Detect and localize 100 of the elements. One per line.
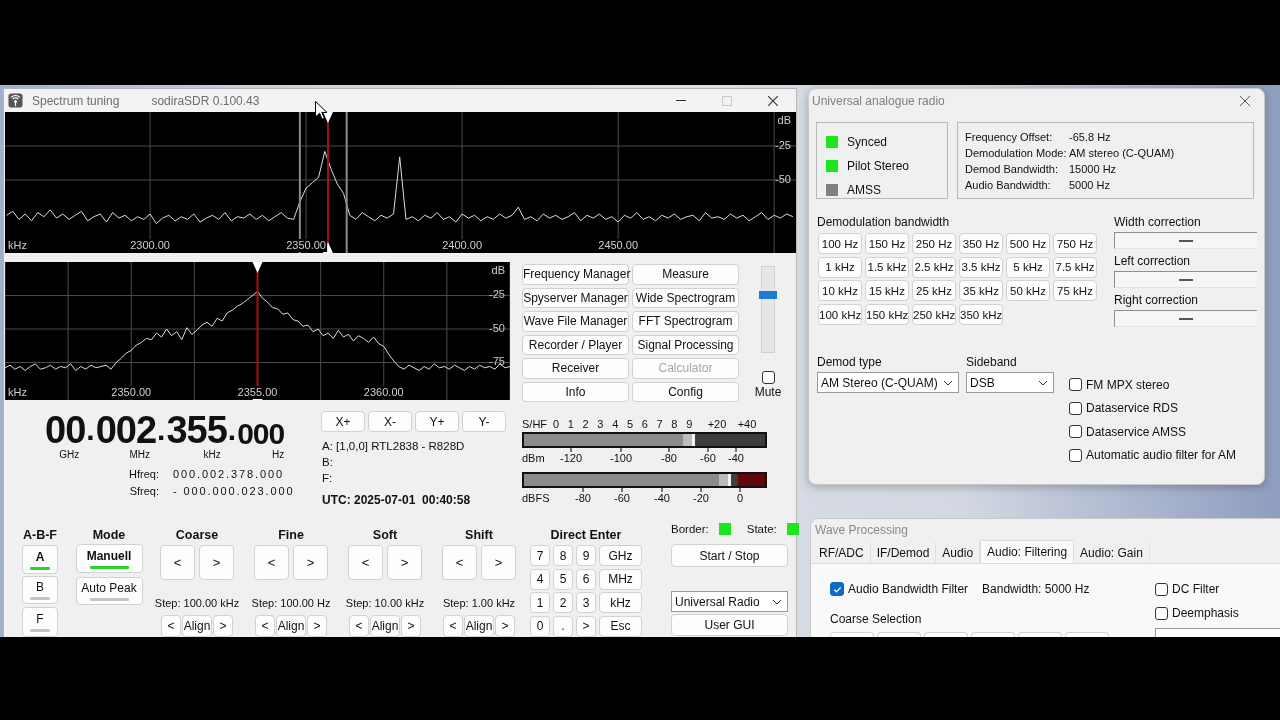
bandwidth-button[interactable]: 500 Hz xyxy=(1006,233,1050,254)
checkbox[interactable] xyxy=(1069,448,1082,462)
tool-button[interactable]: Spyserver Manager xyxy=(522,287,629,308)
zoom-button[interactable]: Y- xyxy=(462,411,506,432)
bandwidth-button[interactable]: 100 Hz xyxy=(818,233,862,254)
nudge-button[interactable]: > xyxy=(307,615,327,637)
keypad-key[interactable]: 0 xyxy=(530,615,550,637)
keypad-key[interactable]: 6 xyxy=(576,568,596,590)
checkbox[interactable] xyxy=(1155,606,1168,620)
frequency-digits[interactable]: 355 xyxy=(166,411,227,449)
vfo-button[interactable]: F xyxy=(22,607,58,637)
slider-thumb[interactable] xyxy=(759,290,777,299)
bandwidth-button[interactable]: 25 kHz xyxy=(912,280,956,302)
frequency-digits[interactable]: 00 xyxy=(45,411,86,449)
bandwidth-button[interactable]: 1 kHz xyxy=(818,256,862,278)
bandwidth-button[interactable]: 5 kHz xyxy=(1006,256,1050,278)
zoom-button[interactable]: X+ xyxy=(321,411,365,432)
step-button[interactable]: > xyxy=(293,545,328,580)
tool-button[interactable]: Receiver xyxy=(522,358,629,379)
keypad-key[interactable]: 5 xyxy=(553,568,573,590)
vfo-button[interactable]: B xyxy=(22,576,58,604)
bandwidth-button[interactable]: 250 kHz xyxy=(912,304,956,326)
keypad-key[interactable]: 4 xyxy=(530,568,550,590)
bandwidth-button[interactable]: 150 kHz xyxy=(865,304,909,326)
bandwidth-button[interactable]: 350 kHz xyxy=(959,304,1003,326)
keypad-key[interactable]: Esc xyxy=(599,615,642,637)
bandwidth-button[interactable]: 250 Hz xyxy=(912,233,956,254)
nudge-button[interactable]: Align xyxy=(370,615,400,637)
triangle-marker-icon[interactable] xyxy=(252,262,263,273)
bandwidth-button[interactable]: 2.5 kHz xyxy=(912,256,956,278)
tool-button[interactable]: Measure xyxy=(632,264,739,285)
bandwidth-button[interactable]: 750 Hz xyxy=(1053,233,1097,254)
checkbox[interactable] xyxy=(1069,425,1082,439)
step-button[interactable]: < xyxy=(160,545,195,580)
checkbox[interactable] xyxy=(1069,401,1082,415)
input-field[interactable] xyxy=(1155,628,1280,637)
frequency-digits[interactable]: 000 xyxy=(237,419,285,449)
nudge-button[interactable]: < xyxy=(255,615,275,637)
tool-button[interactable]: Signal Processing xyxy=(632,334,739,355)
nudge-button[interactable]: < xyxy=(349,615,369,637)
tool-button[interactable]: Config xyxy=(632,381,739,402)
bandwidth-button[interactable]: 10 kHz xyxy=(818,280,862,302)
step-button[interactable]: > xyxy=(387,545,422,580)
keypad-key[interactable]: 8 xyxy=(553,545,573,566)
keypad-key[interactable]: 7 xyxy=(530,545,550,566)
correction-slider[interactable] xyxy=(1114,310,1257,327)
bandwidth-button[interactable]: 100 kHz xyxy=(818,304,862,326)
keypad-key[interactable]: 2 xyxy=(553,592,573,613)
checkbox[interactable] xyxy=(830,582,844,596)
checkbox[interactable] xyxy=(1155,582,1168,596)
mode-button[interactable]: Manuell xyxy=(75,544,143,573)
bandwidth-button[interactable]: 350 Hz xyxy=(959,233,1003,254)
tool-button[interactable]: Frequency Manager xyxy=(522,264,629,285)
mode-button[interactable]: Auto Peak xyxy=(75,577,143,605)
zoom-button[interactable]: X- xyxy=(368,411,412,432)
bandwidth-button[interactable]: 7.5 kHz xyxy=(1053,256,1097,278)
step-button[interactable]: < xyxy=(254,545,289,580)
nudge-button[interactable]: < xyxy=(161,615,181,637)
receiver-dropdown[interactable]: Universal Radio xyxy=(671,591,788,612)
tool-button[interactable]: Info xyxy=(522,381,629,402)
step-button[interactable]: < xyxy=(442,545,477,580)
vfo-button[interactable]: A xyxy=(22,545,58,574)
keypad-key[interactable]: 3 xyxy=(576,592,596,613)
demod-type-dropdown[interactable]: AM Stereo (C-QUAM) xyxy=(817,372,959,393)
start-stop-button[interactable]: Start / Stop xyxy=(671,544,788,567)
keypad-key[interactable]: > xyxy=(576,615,596,637)
tool-button[interactable]: Wave File Manager xyxy=(522,311,629,332)
spectrum-display[interactable]: dB -25 -50 kHz 2300.00 2350.00 2400.00 2450.00 xyxy=(5,112,796,253)
nudge-button[interactable]: Align xyxy=(182,615,212,637)
bandwidth-button[interactable]: 75 kHz xyxy=(1053,280,1097,302)
step-button[interactable]: < xyxy=(348,545,383,580)
spectrum-display[interactable]: dB -25 -50 -75 kHz 2350.00 2355.00 2360.00 xyxy=(5,262,510,400)
tab[interactable]: Audio: Filtering xyxy=(980,540,1075,563)
nudge-button[interactable]: Align xyxy=(276,615,306,637)
nudge-button[interactable]: Align xyxy=(464,615,494,637)
nudge-button[interactable]: > xyxy=(495,615,515,637)
frequency-digits[interactable]: 002 xyxy=(95,411,157,449)
user-gui-button[interactable]: User GUI xyxy=(671,614,788,636)
triangle-marker-icon[interactable] xyxy=(322,112,333,123)
tool-button[interactable]: Wide Spectrogram xyxy=(632,287,739,308)
checkbox[interactable] xyxy=(1069,378,1082,392)
bandwidth-button[interactable]: 150 Hz xyxy=(865,233,909,254)
correction-slider[interactable] xyxy=(1114,271,1257,288)
volume-slider[interactable] xyxy=(761,266,775,353)
bandwidth-button[interactable]: 15 kHz xyxy=(865,280,909,302)
bandwidth-button[interactable]: 1.5 kHz xyxy=(865,256,909,278)
nudge-button[interactable]: < xyxy=(443,615,463,637)
bandwidth-button[interactable]: 35 kHz xyxy=(959,280,1003,302)
correction-slider[interactable] xyxy=(1114,232,1257,249)
tool-button[interactable]: FFT Spectrogram xyxy=(632,311,739,332)
zoom-button[interactable]: Y+ xyxy=(415,411,459,432)
keypad-key[interactable]: 1 xyxy=(530,592,550,613)
keypad-key[interactable]: . xyxy=(553,615,573,637)
nudge-button[interactable]: > xyxy=(213,615,233,637)
nudge-button[interactable]: > xyxy=(401,615,421,637)
sideband-dropdown[interactable]: DSB xyxy=(966,372,1054,393)
step-button[interactable]: > xyxy=(199,545,234,580)
keypad-key[interactable]: kHz xyxy=(599,592,642,613)
tool-button[interactable]: Recorder / Player xyxy=(522,334,629,355)
checkbox[interactable] xyxy=(761,371,775,384)
